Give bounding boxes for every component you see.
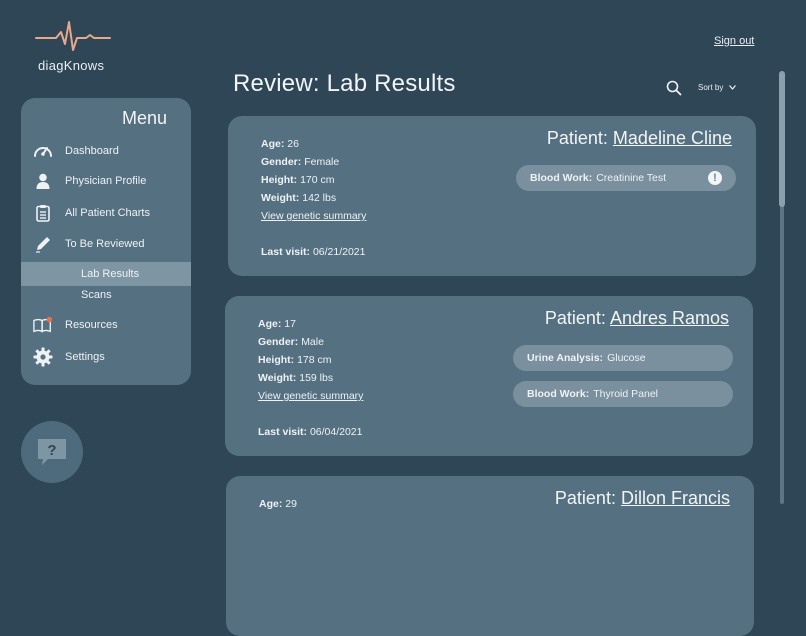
speedometer-icon xyxy=(33,141,53,161)
patient-name-link[interactable]: Dillon Francis xyxy=(621,488,730,508)
age-row: Age: 26 xyxy=(261,138,299,150)
page-title: Review: Lab Results xyxy=(233,70,456,97)
weight-label: Weight: xyxy=(258,372,297,384)
sidebar-item-label: Resources xyxy=(65,319,118,331)
lab-test-pill[interactable]: Blood Work: Thyroid Panel xyxy=(513,381,733,407)
last-visit-row: Last visit: 06/04/2021 xyxy=(258,426,363,438)
sidebar-menu: Menu Dashboard Physician Profile All Pat… xyxy=(21,98,191,385)
help-label: ? xyxy=(47,442,56,459)
weight-label: Weight: xyxy=(261,192,300,204)
height-row: Height: 178 cm xyxy=(258,354,332,366)
sidebar-item-label: Physician Profile xyxy=(65,175,147,187)
chevron-down-icon xyxy=(728,83,736,92)
scrollbar-thumb[interactable] xyxy=(779,71,785,207)
view-genetic-summary-link[interactable]: View genetic summary xyxy=(258,390,363,402)
age-value: 17 xyxy=(284,318,296,330)
sidebar-item-dashboard[interactable]: Dashboard xyxy=(21,139,191,163)
last-visit-label: Last visit: xyxy=(261,246,311,258)
gender-value: Female xyxy=(304,156,340,168)
patient-card: Age: 17 Gender: Male Height: 178 cm Weig… xyxy=(225,296,753,456)
sidebar-item-resources[interactable]: Resources xyxy=(21,313,191,337)
gender-value: Male xyxy=(301,336,324,348)
sidebar-item-to-be-reviewed[interactable]: To Be Reviewed xyxy=(21,232,191,256)
sidebar-item-label: Settings xyxy=(65,351,105,363)
sidebar-item-settings[interactable]: Settings xyxy=(21,345,191,369)
gender-label: Gender: xyxy=(258,336,299,348)
age-label: Age: xyxy=(259,498,283,510)
age-value: 26 xyxy=(287,138,299,150)
last-visit-value: 06/21/2021 xyxy=(312,246,366,258)
weight-row: Weight: 142 lbs xyxy=(261,192,336,204)
gear-icon xyxy=(33,347,53,367)
test-name: Glucose xyxy=(607,352,646,364)
test-name: Creatinine Test xyxy=(596,172,667,184)
height-label: Height: xyxy=(261,174,298,186)
last-visit-row: Last visit: 06/21/2021 xyxy=(261,246,366,258)
pencil-icon xyxy=(33,234,53,254)
lab-test-pill[interactable]: Urine Analysis: Glucose xyxy=(513,345,733,371)
test-type: Urine Analysis: xyxy=(527,352,604,364)
sidebar-item-label: Dashboard xyxy=(65,145,119,157)
sidebar-subitem-label: Scans xyxy=(81,289,112,301)
view-genetic-summary-link[interactable]: View genetic summary xyxy=(261,210,366,222)
height-label: Height: xyxy=(258,354,295,366)
height-value: 170 cm xyxy=(300,174,335,186)
height-value: 178 cm xyxy=(297,354,332,366)
patient-title: Patient: Madeline Cline xyxy=(547,128,732,149)
sort-by-dropdown[interactable]: Sort by xyxy=(698,83,736,92)
test-type: Blood Work: xyxy=(530,172,593,184)
sidebar-subitem-label: Lab Results xyxy=(81,268,140,280)
sidebar-item-label: All Patient Charts xyxy=(65,207,150,219)
gender-row: Gender: Male xyxy=(258,336,324,348)
sign-out-link[interactable]: Sign out xyxy=(714,35,754,47)
help-button[interactable]: ? xyxy=(21,421,83,483)
book-icon xyxy=(33,315,53,335)
last-visit-value: 06/04/2021 xyxy=(309,426,363,438)
age-label: Age: xyxy=(258,318,282,330)
weight-value: 142 lbs xyxy=(302,192,337,204)
user-icon xyxy=(33,171,53,191)
sort-by-label: Sort by xyxy=(698,83,724,92)
clipboard-icon xyxy=(33,203,53,223)
gender-label: Gender: xyxy=(261,156,302,168)
app-name: diagKnows xyxy=(38,58,105,73)
patient-card: Age: 29 Patient: Dillon Francis xyxy=(226,476,754,636)
patient-title: Patient: Andres Ramos xyxy=(545,308,729,329)
age-label: Age: xyxy=(261,138,285,150)
sidebar-item-physician-profile[interactable]: Physician Profile xyxy=(21,169,191,193)
alert-icon: ! xyxy=(708,171,722,185)
patient-prefix: Patient: xyxy=(544,308,606,328)
age-row: Age: 17 xyxy=(258,318,296,330)
gender-row: Gender: Female xyxy=(261,156,339,168)
test-type: Blood Work: xyxy=(527,388,590,400)
search-icon[interactable] xyxy=(666,80,682,96)
patient-title: Patient: Dillon Francis xyxy=(555,488,730,509)
content-scrollbar[interactable] xyxy=(777,71,787,504)
patient-prefix: Patient: xyxy=(554,488,616,508)
height-row: Height: 170 cm xyxy=(261,174,335,186)
sidebar-item-label: To Be Reviewed xyxy=(65,238,145,250)
lab-test-pill[interactable]: Blood Work: Creatinine Test ! xyxy=(516,165,736,191)
test-name: Thyroid Panel xyxy=(593,388,659,400)
sidebar-item-all-patient-charts[interactable]: All Patient Charts xyxy=(21,201,191,225)
age-row: Age: 29 xyxy=(259,498,297,510)
age-value: 29 xyxy=(285,498,297,510)
weight-row: Weight: 159 lbs xyxy=(258,372,333,384)
patient-prefix: Patient: xyxy=(546,128,608,148)
patient-card: Age: 26 Gender: Female Height: 170 cm We… xyxy=(228,116,756,276)
patient-name-link[interactable]: Andres Ramos xyxy=(610,308,729,328)
patient-name-link[interactable]: Madeline Cline xyxy=(613,128,732,148)
sidebar-subitem-scans[interactable]: Scans xyxy=(21,283,191,307)
chat-help-icon: ? xyxy=(38,439,66,465)
weight-value: 159 lbs xyxy=(299,372,334,384)
heartbeat-logo-icon xyxy=(35,21,111,51)
menu-title: Menu xyxy=(121,108,167,128)
last-visit-label: Last visit: xyxy=(258,426,308,438)
